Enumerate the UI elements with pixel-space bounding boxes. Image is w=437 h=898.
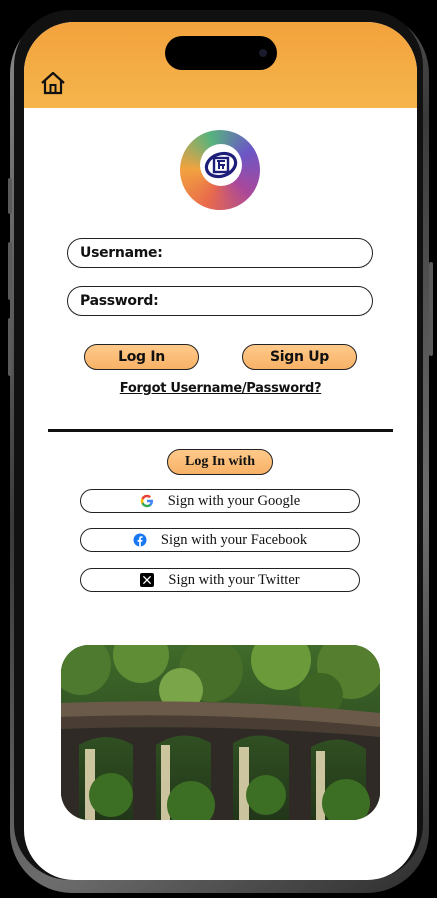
twitter-signin-button[interactable]: Sign with your Twitter: [80, 568, 360, 592]
x-twitter-icon: [140, 573, 155, 587]
username-label: Username:: [80, 245, 163, 261]
power-button: [429, 262, 433, 356]
irctc-logo: [180, 130, 260, 210]
password-label: Password:: [80, 293, 159, 309]
facebook-signin-label: Sign with your Facebook: [160, 531, 308, 548]
password-field[interactable]: Password:: [67, 286, 373, 316]
google-signin-label: Sign with your Google: [167, 492, 301, 509]
side-button: [8, 178, 12, 214]
section-divider: [48, 429, 393, 432]
facebook-signin-button[interactable]: Sign with your Facebook: [80, 528, 360, 552]
app-screen: Username: Password: Log In Sign Up Forgo…: [24, 22, 417, 880]
password-input[interactable]: [164, 292, 362, 310]
username-field[interactable]: Username:: [67, 238, 373, 268]
dynamic-island: [165, 36, 277, 70]
logo-emblem-icon: [204, 151, 238, 179]
volume-up-button: [8, 242, 12, 300]
login-with-heading: Log In with: [167, 449, 273, 475]
login-button[interactable]: Log In: [84, 344, 199, 370]
railway-viaduct-photo: [61, 645, 380, 820]
home-icon[interactable]: [40, 70, 66, 96]
facebook-icon: [133, 533, 147, 547]
google-signin-button[interactable]: Sign with your Google: [80, 489, 360, 513]
signup-button[interactable]: Sign Up: [242, 344, 357, 370]
volume-down-button: [8, 318, 12, 376]
username-input[interactable]: [168, 244, 362, 262]
header-bar: [24, 22, 417, 108]
forgot-credentials-link[interactable]: Forgot Username/Password?: [24, 381, 417, 396]
twitter-signin-label: Sign with your Twitter: [168, 571, 300, 588]
google-icon: [140, 494, 154, 508]
